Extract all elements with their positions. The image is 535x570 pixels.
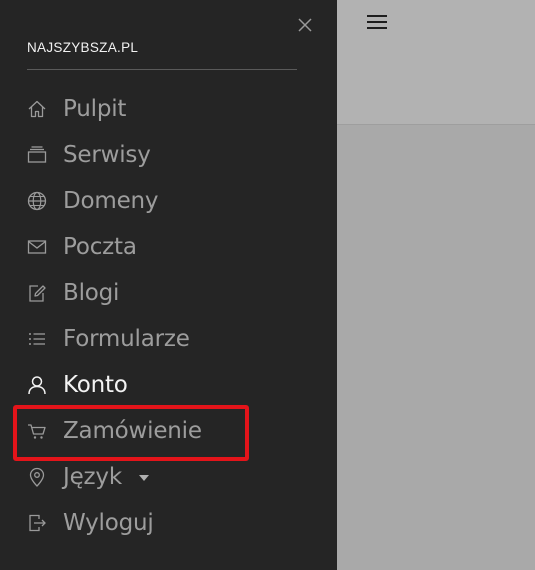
close-icon[interactable] xyxy=(294,14,316,36)
globe-icon xyxy=(26,190,48,212)
home-icon xyxy=(26,98,48,120)
list-icon xyxy=(26,328,48,350)
sidebar-item-label: Domeny xyxy=(63,188,159,214)
sidebar-item-poczta[interactable]: Poczta xyxy=(0,224,337,270)
sidebar-item-zamowienie[interactable]: Zamówienie xyxy=(0,408,337,454)
sidebar-item-jezyk[interactable]: Język xyxy=(0,454,337,500)
caret-down-icon[interactable] xyxy=(138,475,149,481)
sidebar-item-label: Serwisy xyxy=(63,142,151,168)
sidebar-item-domeny[interactable]: Domeny xyxy=(0,178,337,224)
sidebar: NAJSZYBSZA.PL Pulpit Serwisy Domeny Pocz… xyxy=(0,0,337,570)
content-header xyxy=(337,0,535,125)
user-icon xyxy=(26,374,48,396)
sidebar-item-label: Wyloguj xyxy=(63,510,154,536)
sidebar-item-label: Poczta xyxy=(63,234,137,260)
sidebar-item-konto[interactable]: Konto xyxy=(0,362,337,408)
hamburger-menu-icon[interactable] xyxy=(366,14,388,32)
sidebar-item-label: Konto xyxy=(63,372,128,398)
sidebar-item-label: Język xyxy=(63,464,122,490)
sidebar-item-label: Zamówienie xyxy=(63,418,202,444)
sidebar-menu: Pulpit Serwisy Domeny Poczta Blogi Formu… xyxy=(0,86,337,546)
main-content-area xyxy=(337,0,535,570)
edit-icon xyxy=(26,282,48,304)
sidebar-item-label: Blogi xyxy=(63,280,120,306)
sidebar-item-blogi[interactable]: Blogi xyxy=(0,270,337,316)
sidebar-item-pulpit[interactable]: Pulpit xyxy=(0,86,337,132)
sidebar-item-label: Pulpit xyxy=(63,96,127,122)
layers-icon xyxy=(26,144,48,166)
sidebar-item-serwisy[interactable]: Serwisy xyxy=(0,132,337,178)
sidebar-item-label: Formularze xyxy=(63,326,190,352)
cart-icon xyxy=(26,420,48,442)
location-pin-icon xyxy=(26,466,48,488)
sidebar-item-formularze[interactable]: Formularze xyxy=(0,316,337,362)
logout-icon xyxy=(26,512,48,534)
divider xyxy=(27,69,297,70)
brand-name[interactable]: NAJSZYBSZA.PL xyxy=(27,40,138,55)
envelope-icon xyxy=(26,236,48,258)
sidebar-item-wyloguj[interactable]: Wyloguj xyxy=(0,500,337,546)
